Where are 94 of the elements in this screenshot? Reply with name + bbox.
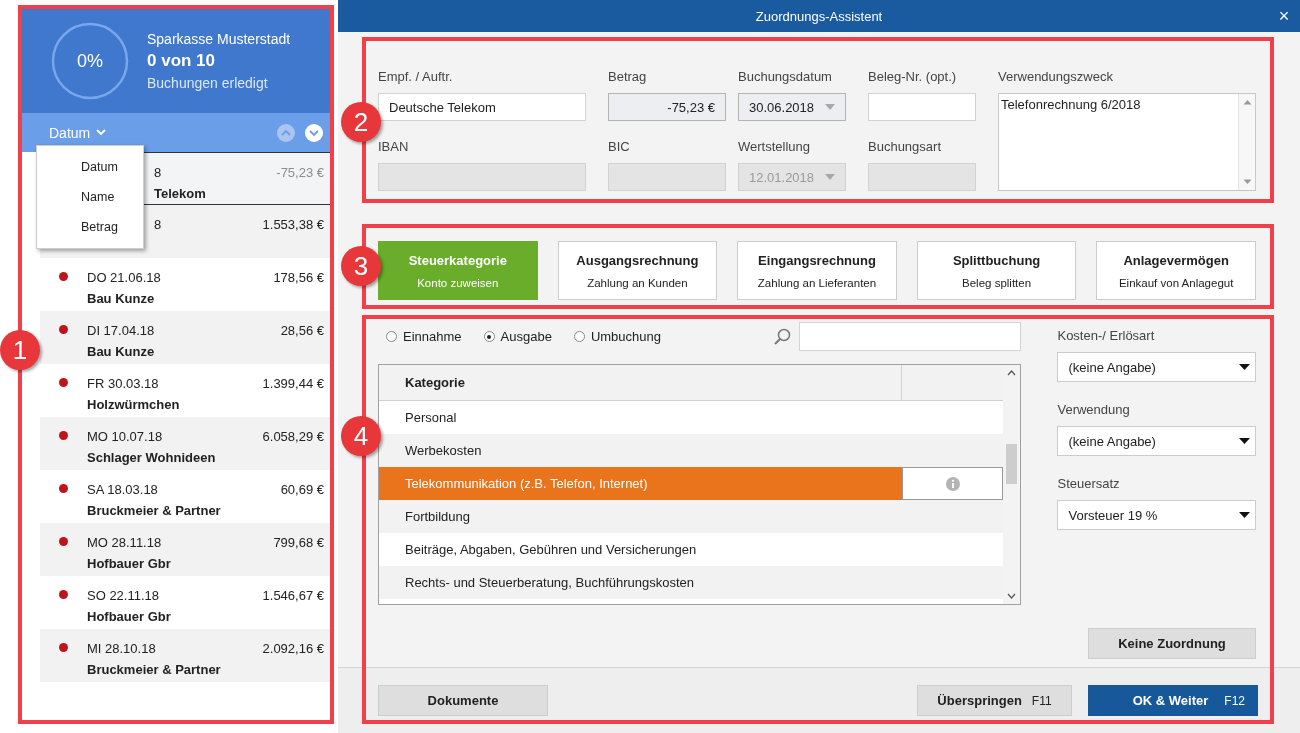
menu-item[interactable]: Datum [37,152,143,182]
no-assignment-button[interactable]: Keine Zuordnung [1088,628,1256,659]
category-row[interactable]: Werbekosten [379,434,1004,467]
field-label: Betrag [608,69,648,85]
input-field[interactable] [868,93,976,121]
payee-name: Bruckmeier & Partner [87,503,222,518]
transaction-amount: -75,23 € [276,165,324,180]
field-label: Verwendungszweck [998,69,1114,85]
transaction-row[interactable]: MO 10.07.18 6.058,29 € Schlager Wohnideen [40,417,330,470]
transaction-amount: 2.092,16 € [262,641,324,656]
scroll-up-button[interactable] [276,122,296,143]
option-dropdown[interactable]: Vorsteuer 19 % [1057,500,1256,530]
transaction-date: FR 30.03.18 [87,376,159,391]
progress-label: 0% [77,51,103,71]
scroll-down-icon [1007,593,1017,599]
skip-button[interactable]: Überspringen F11 [917,685,1072,716]
scrollbar[interactable] [1238,94,1255,190]
option-dropdown[interactable]: (keine Angabe) [1057,352,1256,382]
booking-type-radio[interactable]: Einnahme [386,329,462,344]
dropdown-arrow-icon [1239,364,1250,370]
transaction-date: MO 28.11.18 [87,535,162,550]
category-row[interactable]: Fortbildung [379,500,1004,533]
payee-name: Bau Kunze [87,291,156,306]
info-icon[interactable] [945,476,960,491]
date-select[interactable]: 30.06.2018 [738,93,846,121]
scroll-down-icon [1242,179,1252,185]
transaction-row[interactable]: MI 28.10.18 2.092,16 € Bruckmeier & Partner [40,629,330,682]
booking-type-radio[interactable]: Umbuchung [573,329,661,344]
booking-status: Buchungen erledigt [147,75,269,91]
payee-name: Bau Kunze [87,344,156,359]
ok-button[interactable]: OK & Weiter F12 [1088,685,1258,716]
input-field[interactable]: Deutsche Telekom [378,93,586,121]
column-header: Kategorie [379,365,903,400]
transaction-amount: 1.546,67 € [262,588,324,603]
option-dropdown[interactable]: (keine Angabe) [1057,426,1256,456]
transaction-amount: 799,68 € [273,535,324,550]
booking-count: 0 von 10 [147,51,217,71]
payee-name: Holzwürmchen [87,397,181,412]
transaction-amount: 178,56 € [273,270,324,285]
field-label: Wertstellung [738,139,811,155]
transaction-amount: 60,69 € [280,482,324,497]
transaction-amount: 1.399,44 € [262,376,324,391]
payee-name: Schlager Wohnideen [87,450,217,465]
field-label: IBAN [378,139,410,155]
assignment-tab[interactable]: Eingangsrechnung Zahlung an Lieferanten [737,241,897,300]
transaction-date: MI 28.10.18 [87,641,156,656]
close-button[interactable]: × [1268,0,1300,32]
transaction-amount: 1.553,38 € [262,217,324,232]
category-row[interactable]: Rechts- und Steuerberatung, Buchführungskosten [379,566,1004,599]
scrollbar[interactable] [1003,365,1021,604]
payee-name: Hofbauer Gbr [87,609,172,624]
purpose-field[interactable]: Telefonrechnung 6/2018 [998,93,1256,191]
dropdown-arrow-icon [825,104,835,110]
dropdown-arrow-icon [1239,512,1250,518]
payee-name: Hofbauer Gbr [87,556,172,571]
booking-type-radio[interactable]: Ausgabe [483,329,552,344]
menu-item[interactable]: Betrag [37,212,143,242]
field-label: Buchungsdatum [738,69,833,85]
assignment-tab[interactable]: Ausgangsrechnung Zahlung an Kunden [557,241,718,300]
transaction-date: SA 18.03.18 [87,482,158,497]
transaction-row[interactable]: DI 17.04.18 28,56 € Bau Kunze [40,311,330,364]
input-field[interactable]: -75,23 € [608,93,726,121]
transaction-amount: 6.058,29 € [262,429,324,444]
search-field[interactable] [799,322,1022,351]
transaction-date: MO 10.07.18 [87,429,163,444]
transaction-amount: 28,56 € [280,323,324,338]
field-label: Beleg-Nr. (opt.) [868,69,958,85]
documents-button[interactable]: Dokumente [378,685,548,716]
dropdown-arrow-icon [825,174,835,180]
field-label: Buchungsart [868,139,942,155]
bank-name: Sparkasse Musterstadt [147,31,291,47]
scroll-up-icon [1242,99,1252,105]
transaction-date: DI 17.04.18 [87,323,155,338]
scroll-thumb[interactable] [1006,444,1018,484]
assignment-tab[interactable]: Anlagevermögen Einkauf von Anlagegut [1096,241,1256,300]
window-title: Zuordnungs-Assistent [755,8,883,24]
option-label: Steuersatz [1057,476,1121,492]
scroll-up-icon [1007,370,1017,376]
option-label: Kosten-/ Erlösart [1057,328,1156,344]
search-icon[interactable] [773,327,792,346]
scroll-down-button[interactable] [304,122,324,143]
transaction-row[interactable]: MO 28.11.18 799,68 € Hofbauer Gbr [40,523,330,576]
field-label: Empf. / Auftr. [378,69,454,85]
assignment-tab[interactable]: Splittbuchung Beleg splitten [916,241,1077,300]
transaction-date: 8 [154,165,162,180]
dropdown-arrow-icon [1239,438,1250,444]
chevron-down-icon [96,129,107,136]
payee-name: Bruckmeier & Partner [87,662,222,677]
transaction-date: SO 22.11.18 [87,588,160,603]
transaction-date: 8 [154,217,162,232]
transaction-date: DO 21.06.18 [87,270,161,285]
field-label: BIC [608,139,631,155]
option-label: Verwendung [1057,402,1131,418]
payee-name: Telekom [154,186,207,201]
